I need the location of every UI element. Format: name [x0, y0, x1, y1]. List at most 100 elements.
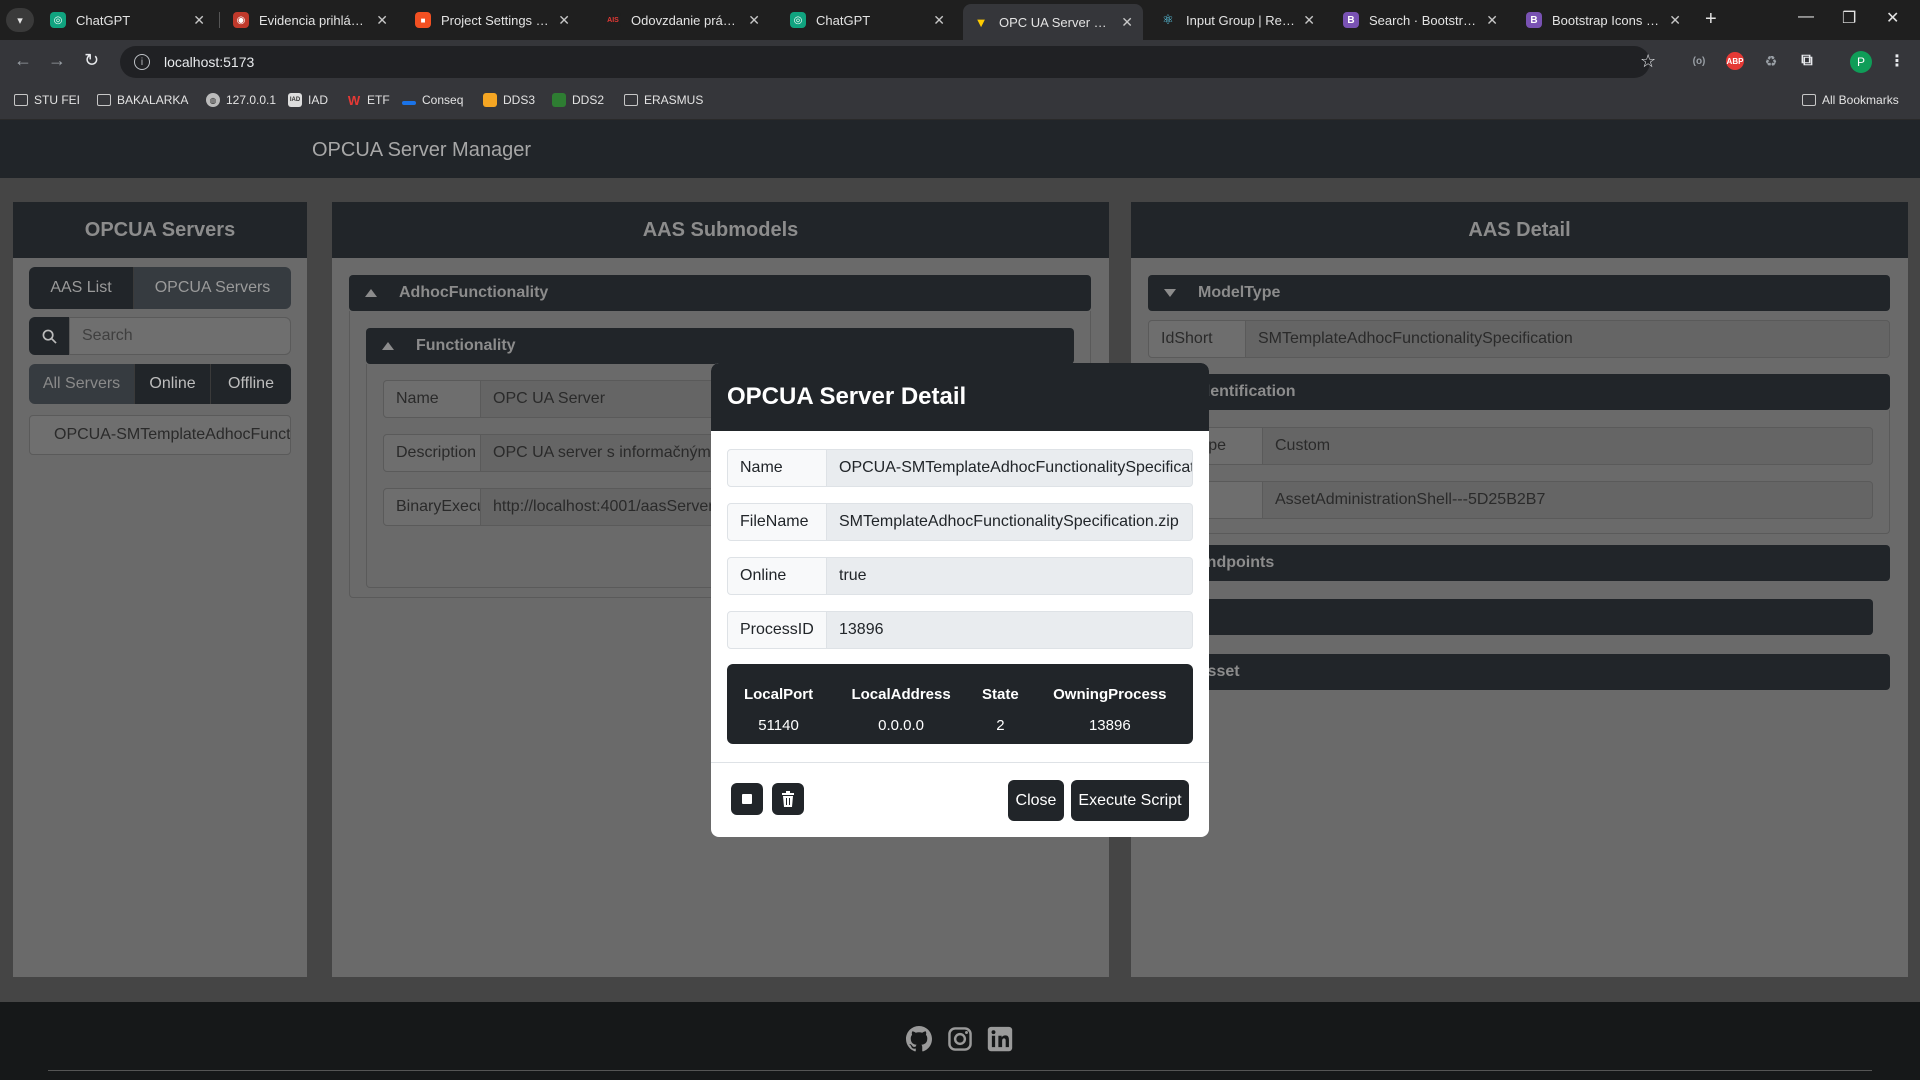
bookmark-link[interactable]: IAD IAD — [288, 93, 328, 107]
bookmark-label: ERASMUS — [644, 93, 704, 107]
close-tab-icon[interactable]: ✕ — [558, 12, 570, 29]
bookmark-link[interactable]: DDS2 — [552, 93, 604, 107]
server-search: Search — [29, 317, 291, 355]
bookmark-label: All Bookmarks — [1822, 93, 1899, 107]
bookmark-folder[interactable]: BAKALARKA — [97, 93, 188, 107]
delete-button[interactable] — [772, 783, 804, 815]
filter-offline[interactable]: Offline — [211, 364, 291, 404]
restore-icon[interactable]: ❐ — [1842, 8, 1856, 28]
stop-button[interactable] — [731, 783, 763, 815]
all-bookmarks-folder[interactable]: All Bookmarks — [1802, 93, 1899, 107]
endpoints-accordion-header[interactable]: Endpoints — [1148, 545, 1890, 581]
footer-divider — [48, 1070, 1872, 1071]
browser-tab[interactable]: ⚛ Input Group | React B ✕ — [1150, 6, 1325, 34]
property-value[interactable]: SMTemplateAdhocFunctionalitySpecificatio… — [1246, 320, 1890, 358]
identification-accordion-header[interactable]: Identification — [1148, 374, 1890, 410]
detail-value[interactable]: SMTemplateAdhocFunctionalitySpecificatio… — [827, 503, 1193, 541]
tab-title: Project Settings for Re — [441, 12, 551, 28]
table-header: LocalAddress — [851, 686, 951, 703]
address-bar[interactable]: i localhost:5173 — [120, 46, 1650, 78]
new-tab-icon[interactable]: + — [1705, 8, 1717, 31]
endpoint-item[interactable] — [1165, 599, 1873, 635]
property-value[interactable]: Custom — [1263, 427, 1873, 465]
browser-tab[interactable]: B Bootstrap Icons · Offi ✕ — [1516, 6, 1691, 34]
bookmark-star-icon[interactable]: ☆ — [1640, 51, 1656, 72]
modeltype-accordion-header[interactable]: ModelType — [1148, 275, 1890, 311]
bookmark-folder[interactable]: STU FEI — [14, 93, 80, 107]
filter-all-servers[interactable]: All Servers — [29, 364, 135, 404]
globe-icon: ◍ — [206, 93, 220, 107]
browser-tab[interactable]: ■ Project Settings for Re ✕ — [405, 6, 580, 34]
table-header: LocalPort — [743, 686, 814, 703]
close-tab-icon[interactable]: ✕ — [1669, 12, 1681, 29]
search-input[interactable]: Search — [69, 317, 291, 355]
property-value[interactable]: AssetAdministrationShell---5D25B2B7 — [1263, 481, 1873, 519]
bookmark-link[interactable]: ◍ 127.0.0.1 — [206, 93, 276, 107]
property-row: IdType Custom — [1165, 427, 1873, 465]
close-tab-icon[interactable]: ✕ — [1486, 12, 1498, 29]
close-tab-icon[interactable]: ✕ — [376, 12, 388, 29]
close-window-icon[interactable]: ✕ — [1886, 8, 1899, 28]
instagram-icon[interactable] — [947, 1026, 973, 1052]
opcua-servers-button[interactable]: OPCUA Servers — [134, 267, 291, 309]
browser-tab[interactable]: ◎ ChatGPT ✕ — [780, 6, 955, 34]
server-list-item[interactable]: OPCUA-SMTemplateAdhocFunctionalitySpecif… — [29, 415, 291, 455]
github-icon[interactable] — [906, 1026, 932, 1052]
detail-value[interactable]: OPCUA-SMTemplateAdhocFunctionalitySpecif… — [827, 449, 1193, 487]
close-tab-icon[interactable]: ✕ — [193, 12, 205, 29]
detail-value[interactable]: 13896 — [827, 611, 1193, 649]
detail-row-online: Online true — [727, 557, 1193, 595]
bookmark-folder[interactable]: ERASMUS — [624, 93, 703, 107]
linkedin-icon[interactable] — [987, 1026, 1013, 1052]
conseq-icon — [402, 101, 416, 105]
menu-kebab-icon[interactable]: ⋮ — [1888, 52, 1906, 70]
tab-title: Evidencia prihlášok na — [259, 12, 369, 28]
table-row: 51140 0.0.0.0 2 13896 — [729, 705, 1191, 742]
adblock-icon[interactable]: ABP — [1726, 52, 1744, 70]
forward-icon[interactable]: → — [48, 50, 66, 71]
bookmark-link[interactable]: Conseq — [402, 93, 463, 107]
browser-tab[interactable]: ◉ Evidencia prihlášok na ✕ — [223, 6, 398, 34]
modeltype-label: ModelType — [1198, 284, 1281, 301]
detail-value[interactable]: true — [827, 557, 1193, 595]
bookmark-link[interactable]: DDS3 — [483, 93, 535, 107]
browser-tab[interactable]: B Search · Bootstrap Ico ✕ — [1333, 6, 1508, 34]
submodel-name: AdhocFunctionality — [399, 284, 549, 301]
tab-favicon-icon: ⚛ — [1162, 12, 1174, 27]
tab-favicon-icon: ◎ — [790, 12, 806, 28]
close-tab-icon[interactable]: ✕ — [1121, 14, 1133, 31]
tab-separator — [219, 12, 220, 28]
tab-favicon-icon: AIS — [605, 12, 621, 28]
site-info-icon[interactable]: i — [134, 54, 150, 70]
bookmark-label: BAKALARKA — [117, 93, 189, 107]
collection-accordion-header[interactable]: Functionality — [366, 328, 1074, 364]
submodel-accordion-header[interactable]: AdhocFunctionality — [349, 275, 1091, 311]
close-button[interactable]: Close — [1008, 780, 1064, 821]
reload-icon[interactable]: ↻ — [84, 50, 99, 71]
browser-tab[interactable]: AIS Odovzdanie prác a pr ✕ — [595, 6, 770, 34]
tab-favicon-icon: ▼ — [974, 14, 988, 30]
asset-accordion-header[interactable]: Asset — [1148, 654, 1890, 690]
bookmark-link[interactable]: W ETF — [347, 92, 390, 108]
app-title[interactable]: OPCUA Server Manager — [312, 139, 531, 162]
extensions-puzzle-icon[interactable]: ⧉ — [1798, 52, 1816, 70]
minimize-icon[interactable]: — — [1798, 8, 1814, 26]
folder-icon — [14, 94, 28, 106]
bookmark-label: IAD — [308, 93, 329, 107]
etf-icon: W — [347, 92, 361, 108]
browser-tab-active[interactable]: ▼ OPC UA Server Man ✕ — [963, 4, 1143, 40]
extension-icon[interactable]: ♻ — [1762, 52, 1780, 70]
execute-script-button[interactable]: Execute Script — [1071, 780, 1189, 821]
back-icon[interactable]: ← — [14, 50, 32, 71]
tab-search-button[interactable]: ▾ — [6, 8, 34, 32]
filter-online[interactable]: Online — [135, 364, 211, 404]
close-tab-icon[interactable]: ✕ — [933, 12, 945, 29]
profile-avatar[interactable]: P — [1850, 51, 1872, 73]
browser-tab[interactable]: ◎ ChatGPT ✕ — [40, 6, 215, 34]
view-toggle-group: AAS List OPCUA Servers — [29, 267, 291, 309]
extension-icon[interactable]: (o) — [1690, 52, 1708, 70]
aas-list-button[interactable]: AAS List — [29, 267, 134, 309]
close-tab-icon[interactable]: ✕ — [748, 12, 760, 29]
close-tab-icon[interactable]: ✕ — [1303, 12, 1315, 29]
aas-detail-panel-title: AAS Detail — [1131, 202, 1908, 258]
